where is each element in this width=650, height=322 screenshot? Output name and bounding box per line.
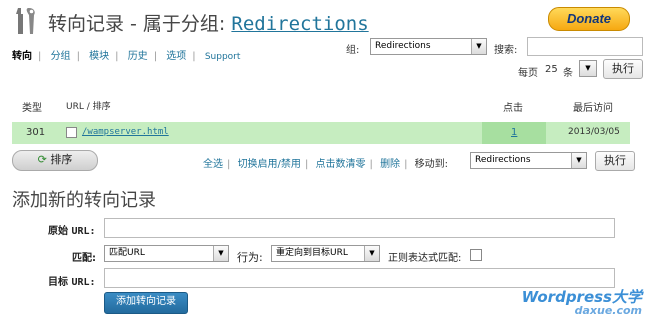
column-last-access: 最后访问 xyxy=(573,103,613,114)
action-select[interactable]: 重定向到目标URL ▼ xyxy=(271,245,380,262)
select-all-link[interactable]: 全选 xyxy=(203,159,223,170)
per-page-value[interactable]: 25 xyxy=(545,64,558,75)
match-label: 匹配: xyxy=(72,253,96,264)
row-type: 301 xyxy=(26,127,46,138)
column-hits: 点击 xyxy=(503,103,523,114)
group-filter-select[interactable]: Redirections ▼ xyxy=(370,38,487,55)
chevron-down-icon: ▼ xyxy=(213,246,228,261)
action-label: 行为: xyxy=(237,251,263,264)
regex-label: 正则表达式匹配: xyxy=(388,253,462,264)
sort-button[interactable]: ⟳ 排序 xyxy=(12,150,98,171)
column-type: 类型 xyxy=(22,103,42,114)
regex-checkbox[interactable] xyxy=(470,249,482,261)
nav-item-modules[interactable]: 模块 xyxy=(89,51,109,62)
row-checkbox[interactable] xyxy=(66,127,77,138)
chevron-down-icon: ▼ xyxy=(571,153,586,168)
row-url-link[interactable]: /wampserver.html xyxy=(82,127,169,137)
move-to-select[interactable]: Redirections ▼ xyxy=(470,152,587,169)
sub-nav: 转向 | 分组 | 模块 | 历史 | 选项 | Support xyxy=(12,51,241,62)
search-label: 搜索: xyxy=(494,45,518,56)
per-page-select[interactable]: ▼ xyxy=(579,60,597,77)
nav-item-groups[interactable]: 分组 xyxy=(51,51,71,62)
chevron-down-icon: ▼ xyxy=(471,39,486,54)
nav-item-options[interactable]: 选项 xyxy=(166,51,186,62)
chevron-down-icon: ▼ xyxy=(580,61,596,76)
column-url[interactable]: URL / 排序 xyxy=(66,99,111,112)
group-filter-value: Redirections xyxy=(375,41,431,51)
target-url-input[interactable] xyxy=(104,268,615,288)
title-text: 转向记录 - 属于分组: xyxy=(48,13,226,35)
sort-label: 排序 xyxy=(50,153,73,166)
action-value: 重定向到目标URL xyxy=(276,248,348,258)
per-page-prefix: 每页 xyxy=(518,68,538,79)
move-execute-button[interactable]: 执行 xyxy=(595,151,635,171)
match-value: 匹配URL xyxy=(109,248,145,258)
donate-button[interactable]: Donate xyxy=(548,7,630,31)
source-url-input[interactable] xyxy=(104,218,615,238)
row-last-access: 2013/03/05 xyxy=(568,127,620,137)
delete-link[interactable]: 删除 xyxy=(380,159,400,170)
refresh-icon: ⟳ xyxy=(37,153,47,166)
add-redirect-button[interactable]: 添加转向记录 xyxy=(104,292,188,314)
chevron-down-icon: ▼ xyxy=(364,246,379,261)
match-select[interactable]: 匹配URL ▼ xyxy=(104,245,229,262)
bulk-actions: 全选 | 切换启用/禁用 | 点击数清零 | 删除 | 移动到: xyxy=(203,159,448,170)
toggle-status-link[interactable]: 切换启用/禁用 xyxy=(238,159,301,170)
add-section-title: 添加新的转向记录 xyxy=(12,190,156,211)
group-link[interactable]: Redirections xyxy=(231,13,368,35)
row-hits[interactable]: 1 xyxy=(511,127,517,138)
tools-icon xyxy=(16,8,35,34)
filter-execute-button[interactable]: 执行 xyxy=(603,59,643,79)
group-filter-label: 组: xyxy=(346,45,360,56)
search-input[interactable] xyxy=(527,37,643,56)
per-page-suffix: 条 xyxy=(563,68,573,79)
reset-hits-link[interactable]: 点击数清零 xyxy=(316,159,366,170)
target-url-label: 目标 URL: xyxy=(48,277,96,288)
table-row: 301 /wampserver.html 1 2013/03/05 xyxy=(12,122,630,144)
nav-item-history[interactable]: 历史 xyxy=(128,51,148,62)
move-to-label: 移动到: xyxy=(414,159,448,170)
page-title: 转向记录 - 属于分组: Redirections xyxy=(48,9,369,36)
source-url-label: 原始 URL: xyxy=(48,226,96,237)
move-to-value: Redirections xyxy=(475,155,531,165)
watermark-logo: Wordpress大学 daxue.com xyxy=(521,288,642,318)
nav-item-support[interactable]: Support xyxy=(205,52,241,62)
nav-item-redirects[interactable]: 转向 xyxy=(12,51,32,62)
